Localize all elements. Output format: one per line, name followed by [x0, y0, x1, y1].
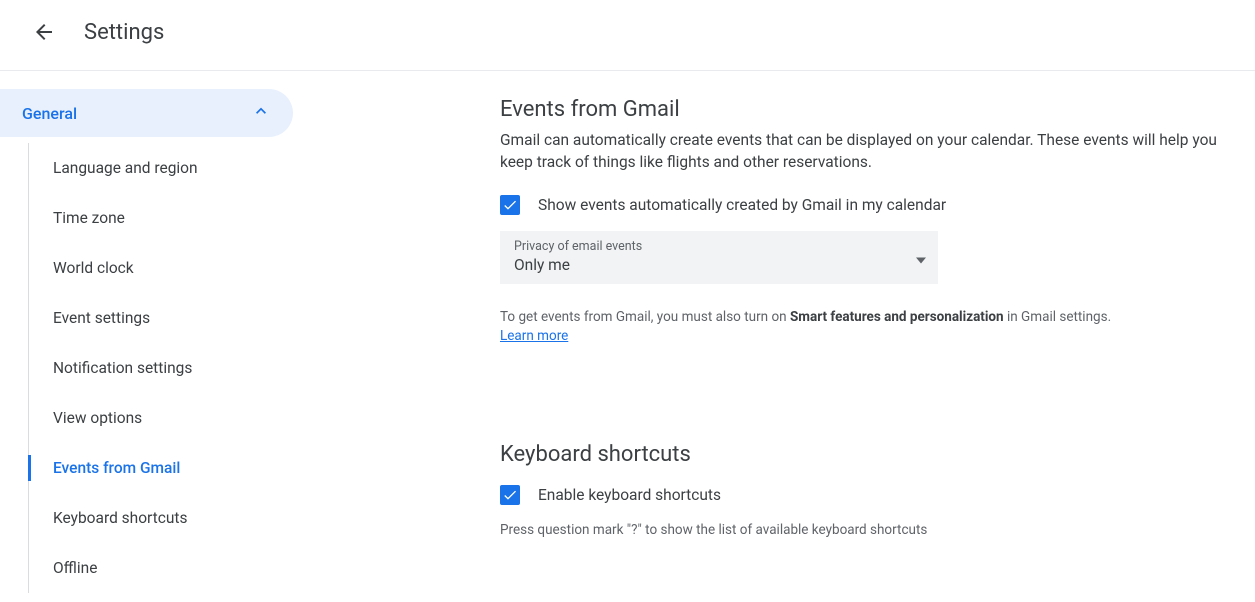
sidebar-item-label: Keyboard shortcuts	[53, 509, 187, 527]
sidebar-category-label: General	[22, 104, 77, 123]
sidebar-item-label: Notification settings	[53, 359, 192, 377]
enable-shortcuts-checkbox-row: Enable keyboard shortcuts	[500, 485, 1239, 505]
note-prefix: To get events from Gmail, you must also …	[500, 309, 790, 325]
back-button[interactable]	[24, 12, 64, 52]
sidebar-item-label: Language and region	[53, 159, 198, 177]
sidebar-item-label: Event settings	[53, 309, 150, 327]
sidebar-item-notification-settings[interactable]: Notification settings	[29, 343, 320, 393]
sidebar-item-label: Time zone	[53, 209, 125, 227]
sidebar-item-events-from-gmail[interactable]: Events from Gmail	[29, 443, 320, 493]
privacy-select-label: Privacy of email events	[514, 239, 924, 254]
sidebar-item-language-and-region[interactable]: Language and region	[29, 143, 320, 193]
dropdown-arrow-icon	[916, 248, 926, 267]
note-bold: Smart features and personalization	[790, 309, 1004, 325]
keyboard-shortcuts-section: Keyboard shortcuts Enable keyboard short…	[500, 442, 1239, 540]
sidebar-item-view-options[interactable]: View options	[29, 393, 320, 443]
learn-more-link[interactable]: Learn more	[500, 328, 568, 344]
sidebar-item-world-clock[interactable]: World clock	[29, 243, 320, 293]
events-note: To get events from Gmail, you must also …	[500, 308, 1239, 346]
header: Settings	[0, 0, 1255, 71]
sidebar-category-general[interactable]: General	[0, 89, 293, 137]
enable-shortcuts-checkbox[interactable]	[500, 485, 520, 505]
section-title: Events from Gmail	[500, 97, 1239, 122]
page-title: Settings	[84, 20, 164, 45]
show-events-checkbox-row: Show events automatically created by Gma…	[500, 195, 1239, 215]
main-content: Events from Gmail Gmail can automaticall…	[320, 71, 1255, 593]
sidebar-item-label: View options	[53, 409, 142, 427]
sidebar-item-label: World clock	[53, 259, 134, 277]
section-title: Keyboard shortcuts	[500, 442, 1239, 467]
sidebar-item-keyboard-shortcuts[interactable]: Keyboard shortcuts	[29, 493, 320, 543]
body: General Language and region Time zone Wo…	[0, 71, 1255, 593]
sidebar-subitems: Language and region Time zone World cloc…	[28, 143, 320, 593]
sidebar-item-label: Offline	[53, 559, 97, 577]
privacy-select-value: Only me	[514, 256, 924, 274]
arrow-left-icon	[32, 20, 56, 44]
privacy-select[interactable]: Privacy of email events Only me	[500, 231, 938, 284]
show-events-checkbox[interactable]	[500, 195, 520, 215]
show-events-checkbox-label: Show events automatically created by Gma…	[538, 196, 946, 214]
sidebar-item-offline[interactable]: Offline	[29, 543, 320, 593]
section-description: Gmail can automatically create events th…	[500, 130, 1239, 173]
shortcuts-hint: Press question mark "?" to show the list…	[500, 521, 1239, 540]
note-suffix: in Gmail settings.	[1004, 309, 1112, 325]
sidebar: General Language and region Time zone Wo…	[0, 71, 320, 593]
events-from-gmail-section: Events from Gmail Gmail can automaticall…	[500, 97, 1239, 346]
check-icon	[502, 487, 518, 503]
sidebar-item-label: Events from Gmail	[53, 459, 180, 477]
enable-shortcuts-checkbox-label: Enable keyboard shortcuts	[538, 486, 721, 504]
sidebar-item-event-settings[interactable]: Event settings	[29, 293, 320, 343]
sidebar-item-time-zone[interactable]: Time zone	[29, 193, 320, 243]
chevron-up-icon	[251, 101, 271, 125]
check-icon	[502, 197, 518, 213]
